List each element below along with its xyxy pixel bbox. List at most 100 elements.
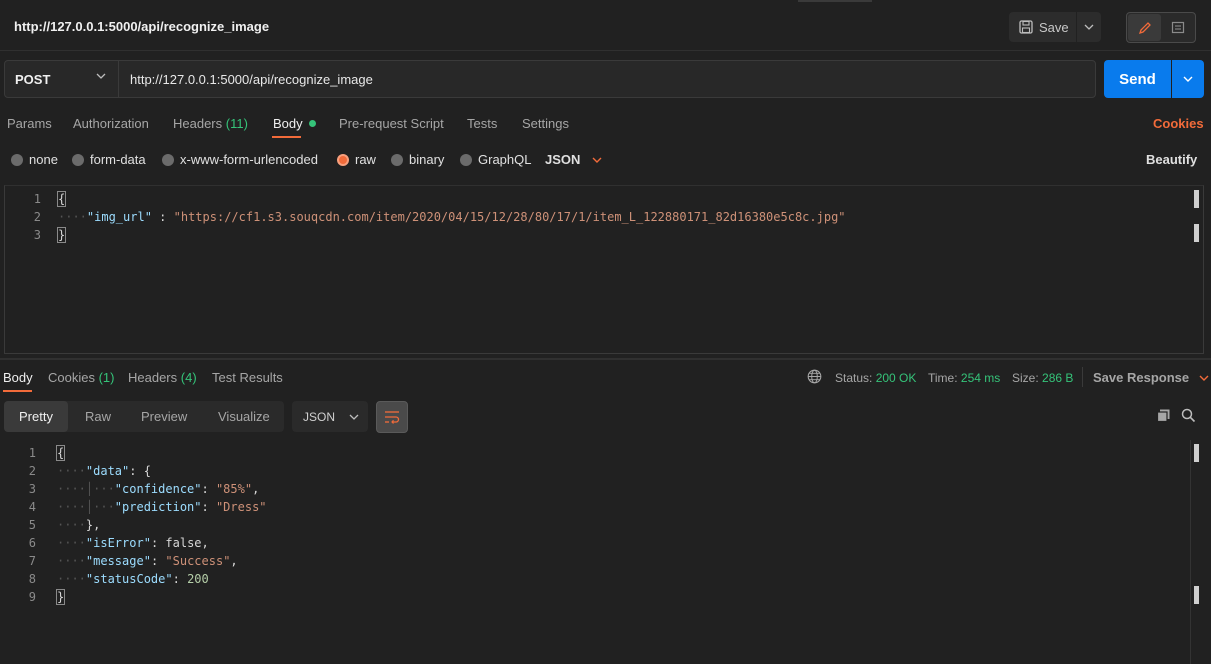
tab-headers[interactable]: Headers (11): [173, 116, 248, 131]
save-response-label: Save Response: [1093, 370, 1190, 385]
response-status[interactable]: Status: 200 OK: [835, 371, 916, 385]
pane-splitter[interactable]: [0, 358, 1211, 360]
radio-graphql-label: GraphQL: [478, 152, 532, 167]
scrollbar-marker: [1194, 190, 1199, 208]
copy-icon[interactable]: [1156, 408, 1171, 426]
view-pretty-button[interactable]: Pretty: [4, 401, 68, 432]
time-label: Time:: [928, 371, 958, 385]
line-number: 1: [33, 192, 41, 206]
tab-body[interactable]: Body: [273, 116, 316, 131]
save-label: Save: [1039, 19, 1069, 35]
search-icon[interactable]: [1181, 408, 1196, 426]
globe-icon[interactable]: [807, 369, 822, 387]
radio-circle: [162, 153, 174, 166]
radio-graphql[interactable]: GraphQL: [460, 152, 531, 167]
res-headers-count: (4): [180, 370, 197, 385]
active-tab-indicator: [3, 390, 32, 392]
tab-tests[interactable]: Tests: [467, 116, 497, 131]
url-input[interactable]: http://127.0.0.1:5000/api/recognize_imag…: [118, 60, 1096, 98]
open-brace: {: [55, 445, 66, 461]
save-response-button[interactable]: Save Response: [1093, 370, 1209, 385]
line-number: 6: [28, 536, 36, 550]
save-options-button[interactable]: [1077, 12, 1101, 42]
line-number: 1: [28, 446, 36, 460]
response-time[interactable]: Time: 254 ms: [928, 371, 1000, 385]
scrollbar-marker: [1194, 224, 1199, 242]
wrap-lines-button[interactable]: [376, 401, 408, 433]
body-format-select[interactable]: JSON: [545, 152, 602, 167]
radio-form-data-label: form-data: [90, 152, 146, 167]
chevron-down-icon: [1183, 76, 1193, 82]
radio-urlencoded[interactable]: x-www-form-urlencoded: [162, 152, 318, 167]
chevron-down-icon: [1084, 24, 1094, 30]
json-key: "prediction": [114, 500, 202, 514]
tab-headers-label: Headers: [173, 116, 223, 131]
res-tab-headers-label: Headers: [128, 370, 178, 385]
wrap-lines-icon: [385, 411, 400, 424]
status-label: Status:: [835, 371, 873, 385]
view-preview-button[interactable]: Preview: [141, 409, 187, 424]
json-punct: : {: [129, 464, 151, 478]
request-title[interactable]: http://127.0.0.1:5000/api/recognize_imag…: [14, 19, 269, 34]
radio-binary-label: binary: [409, 152, 445, 167]
chevron-down-icon: [1199, 375, 1209, 381]
res-tab-body[interactable]: Body: [3, 370, 33, 385]
radio-raw-label: raw: [355, 152, 376, 167]
line-number: 3: [28, 482, 36, 496]
documentation-mode-button[interactable]: [1162, 14, 1194, 41]
send-options-button[interactable]: [1172, 60, 1204, 98]
open-brace: {: [56, 191, 67, 207]
line-number: 3: [33, 228, 41, 242]
radio-circle: [391, 153, 403, 166]
time-value: 254 ms: [960, 371, 1001, 385]
tab-authorization[interactable]: Authorization: [73, 116, 149, 131]
radio-form-data[interactable]: form-data: [72, 152, 146, 167]
request-body-editor[interactable]: 1 2 3 { ····"img_url" : "https://cf1.s3.…: [4, 185, 1204, 354]
pencil-icon: [1138, 21, 1151, 34]
res-tab-cookies-label: Cookies: [48, 370, 95, 385]
json-key: "statusCode": [85, 572, 173, 586]
tab-pre-request-script[interactable]: Pre-request Script: [339, 116, 444, 131]
radio-circle-selected: [337, 153, 349, 166]
close-brace: }: [55, 589, 66, 605]
res-tab-test-results[interactable]: Test Results: [212, 370, 283, 385]
json-value: "85%": [215, 482, 253, 496]
beautify-button[interactable]: Beautify: [1146, 152, 1197, 167]
json-value: "Dress": [215, 500, 267, 514]
tab-settings[interactable]: Settings: [522, 116, 569, 131]
view-visualize-button[interactable]: Visualize: [218, 409, 270, 424]
json-key: "message": [85, 554, 151, 568]
tab-body-label: Body: [273, 116, 303, 131]
active-tab-indicator: [272, 136, 301, 138]
json-key: "confidence": [114, 482, 202, 496]
line-number: 4: [28, 500, 36, 514]
response-size[interactable]: Size: 286 B: [1012, 371, 1073, 385]
tab-params[interactable]: Params: [7, 116, 52, 131]
response-format-value: JSON: [303, 409, 336, 424]
line-number: 9: [28, 590, 36, 604]
radio-circle: [11, 153, 23, 166]
save-icon: [1019, 20, 1033, 34]
res-tab-cookies[interactable]: Cookies (1): [48, 370, 114, 385]
line-number: 8: [28, 572, 36, 586]
radio-none[interactable]: none: [11, 152, 58, 167]
method-value: POST: [15, 71, 51, 87]
cookies-link[interactable]: Cookies: [1153, 116, 1204, 131]
json-separator: :: [151, 210, 174, 224]
response-format-select[interactable]: JSON: [292, 401, 368, 432]
response-scrollbar[interactable]: [1190, 440, 1191, 664]
line-number: 5: [28, 518, 36, 532]
comment-icon: [1171, 21, 1185, 33]
res-tab-headers[interactable]: Headers (4): [128, 370, 197, 385]
response-body-viewer[interactable]: 1 2 3 4 5 6 7 8 9 { ····"data": { ····│·…: [0, 440, 1211, 664]
view-raw-button[interactable]: Raw: [85, 409, 111, 424]
cookies-count: (1): [98, 370, 115, 385]
radio-circle: [72, 153, 84, 166]
edit-mode-button[interactable]: [1128, 14, 1161, 41]
radio-binary[interactable]: binary: [391, 152, 444, 167]
radio-raw[interactable]: raw: [337, 152, 376, 167]
method-select[interactable]: POST: [4, 60, 119, 98]
send-button[interactable]: Send: [1104, 60, 1171, 98]
save-button[interactable]: Save: [1009, 12, 1076, 42]
json-key: "isError": [85, 536, 151, 550]
